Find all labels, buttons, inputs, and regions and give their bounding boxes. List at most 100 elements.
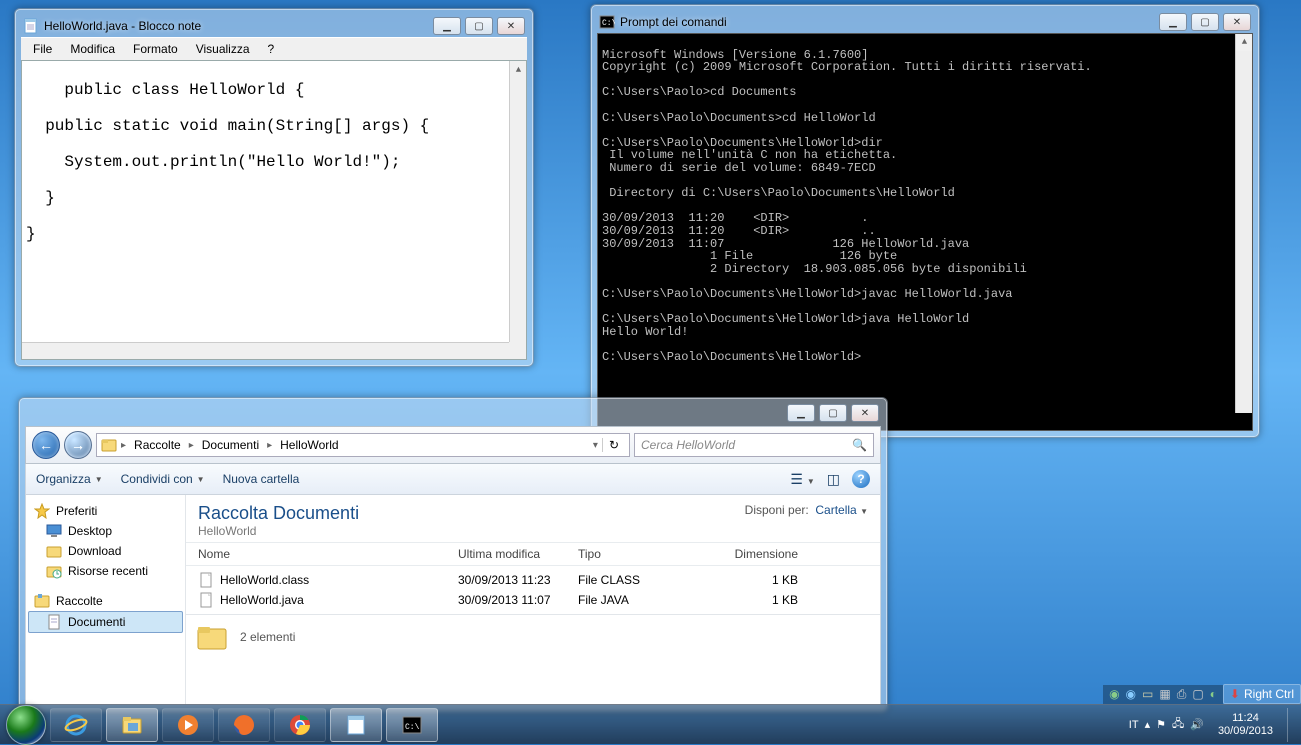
crumb-raccolte[interactable]: Raccolte: [130, 438, 185, 452]
column-headers[interactable]: Nome Ultima modifica Tipo Dimensione: [186, 542, 880, 566]
maximize-button[interactable]: ▢: [819, 404, 847, 422]
tray-expand-icon[interactable]: ▴: [1145, 718, 1151, 731]
vm-disc-icon[interactable]: ◉: [1126, 687, 1136, 701]
file-list: HelloWorld.class 30/09/2013 11:23 File C…: [186, 566, 880, 614]
tray-flag-icon[interactable]: ⚑: [1156, 718, 1166, 731]
status-text: 2 elementi: [240, 630, 295, 644]
taskbar-firefox[interactable]: [218, 708, 270, 742]
menu-help[interactable]: ?: [260, 40, 283, 58]
tray-volume-icon[interactable]: 🔊: [1190, 718, 1204, 731]
vm-display-icon[interactable]: ▢: [1192, 687, 1203, 701]
menu-edit[interactable]: Modifica: [62, 40, 123, 58]
notepad-window: HelloWorld.java - Blocco note ▁ ▢ ✕ File…: [14, 8, 534, 367]
taskbar-ie[interactable]: [50, 708, 102, 742]
cmd-terminal[interactable]: Microsoft Windows [Versione 6.1.7600] Co…: [597, 33, 1253, 431]
breadcrumb[interactable]: ▸ Raccolte ▸ Documenti ▸ HelloWorld ▾ ↻: [96, 433, 630, 457]
file-row[interactable]: HelloWorld.java 30/09/2013 11:07 File JA…: [198, 590, 868, 610]
library-subtitle: HelloWorld: [198, 524, 359, 538]
explorer-window: ▁ ▢ ✕ ← → ▸ Raccolte ▸ Documenti ▸ Hello…: [18, 397, 888, 712]
cmd-window: C:\ Prompt dei comandi ▁ ▢ ✕ Microsoft W…: [590, 4, 1260, 438]
crumb-documenti[interactable]: Documenti: [198, 438, 263, 452]
taskbar-notepad[interactable]: [330, 708, 382, 742]
notepad-icon: [344, 713, 368, 737]
wmp-icon: [176, 713, 200, 737]
organize-button[interactable]: Organizza▼: [36, 472, 103, 486]
forward-button[interactable]: →: [64, 431, 92, 459]
breadcrumb-dropdown-icon[interactable]: ▾: [591, 440, 600, 451]
keyboard-icon: ⬇: [1230, 687, 1240, 701]
search-input[interactable]: Cerca HelloWorld 🔍: [634, 433, 874, 457]
preview-pane-button[interactable]: ◫: [827, 471, 840, 488]
tray-clock[interactable]: 11:24 30/09/2013: [1210, 712, 1281, 736]
minimize-button[interactable]: ▁: [433, 17, 461, 35]
close-button[interactable]: ✕: [497, 17, 525, 35]
resize-grip[interactable]: [509, 342, 526, 359]
help-button[interactable]: ?: [852, 470, 870, 488]
minimize-button[interactable]: ▁: [1159, 13, 1187, 31]
menu-format[interactable]: Formato: [125, 40, 186, 58]
sidebar-item-desktop[interactable]: Desktop: [28, 521, 183, 541]
notepad-titlebar[interactable]: HelloWorld.java - Blocco note ▁ ▢ ✕: [21, 15, 527, 37]
taskbar-wmp[interactable]: [162, 708, 214, 742]
sidebar-item-documenti[interactable]: Documenti: [28, 611, 183, 633]
vm-status-bar: ◉ ◉ ▭ ▦ ⎙ ▢ ◐ ⬇ Right Ctrl: [1103, 684, 1301, 704]
tray-network-icon[interactable]: 🖧: [1172, 715, 1184, 734]
show-desktop-button[interactable]: [1287, 708, 1295, 742]
scrollbar-horizontal[interactable]: [22, 342, 509, 359]
col-modified[interactable]: Ultima modifica: [458, 547, 578, 561]
vm-disc-icon[interactable]: ◉: [1109, 687, 1119, 701]
tray-lang[interactable]: IT: [1129, 719, 1139, 731]
ie-icon: [64, 713, 88, 737]
firefox-icon: [232, 713, 256, 737]
close-button[interactable]: ✕: [851, 404, 879, 422]
sidebar-item-download[interactable]: Download: [28, 541, 183, 561]
cmd-title: Prompt dei comandi: [620, 15, 1159, 29]
scrollbar-vertical[interactable]: ▲: [509, 61, 526, 342]
sidebar-favorites-head[interactable]: Preferiti: [28, 501, 183, 521]
taskbar: C:\ IT ▴ ⚑ 🖧 🔊 11:24 30/09/2013: [0, 704, 1301, 744]
explorer-toolbar: Organizza▼ Condividi con▼ Nuova cartella…: [25, 464, 881, 495]
minimize-button[interactable]: ▁: [787, 404, 815, 422]
taskbar-cmd[interactable]: C:\: [386, 708, 438, 742]
back-button[interactable]: ←: [32, 431, 60, 459]
cmd-titlebar[interactable]: C:\ Prompt dei comandi ▁ ▢ ✕: [597, 11, 1253, 33]
share-button[interactable]: Condividi con▼: [121, 472, 205, 486]
download-icon: [46, 543, 62, 559]
explorer-body: Preferiti Desktop Download Risorse recen…: [25, 495, 881, 705]
vm-net-icon[interactable]: ▦: [1159, 687, 1170, 701]
maximize-button[interactable]: ▢: [465, 17, 493, 35]
refresh-button[interactable]: ↻: [602, 438, 625, 452]
maximize-button[interactable]: ▢: [1191, 13, 1219, 31]
menu-file[interactable]: File: [25, 40, 60, 58]
search-icon: 🔍: [852, 438, 867, 452]
view-options-button[interactable]: ☰ ▼: [790, 471, 814, 488]
notepad-textarea[interactable]: public class HelloWorld { public static …: [21, 60, 527, 360]
new-folder-button[interactable]: Nuova cartella: [223, 472, 300, 486]
sidebar-item-recent[interactable]: Risorse recenti: [28, 561, 183, 581]
vm-usb-icon[interactable]: ⎙: [1177, 687, 1187, 702]
vm-mouse-icon[interactable]: ◐: [1210, 687, 1217, 701]
search-placeholder: Cerca HelloWorld: [641, 438, 735, 452]
crumb-helloworld[interactable]: HelloWorld: [276, 438, 342, 452]
menu-view[interactable]: Visualizza: [188, 40, 258, 58]
col-name[interactable]: Nome: [198, 547, 458, 561]
file-row[interactable]: HelloWorld.class 30/09/2013 11:23 File C…: [198, 570, 868, 590]
cmd-icon: C:\: [599, 14, 615, 30]
notepad-icon: [23, 18, 39, 34]
svg-text:C:\: C:\: [405, 723, 420, 732]
arrange-by[interactable]: Disponi per: Cartella ▼: [745, 503, 868, 517]
col-type[interactable]: Tipo: [578, 547, 698, 561]
col-size[interactable]: Dimensione: [698, 547, 798, 561]
vm-folder-icon[interactable]: ▭: [1142, 687, 1153, 701]
taskbar-chrome[interactable]: [274, 708, 326, 742]
taskbar-explorer[interactable]: [106, 708, 158, 742]
explorer-statusbar: 2 elementi: [186, 614, 880, 659]
sidebar-libraries-head[interactable]: Raccolte: [28, 591, 183, 611]
vm-host-key[interactable]: ⬇ Right Ctrl: [1223, 684, 1301, 704]
desktop-icon: [46, 523, 62, 539]
close-button[interactable]: ✕: [1223, 13, 1251, 31]
file-icon: [198, 592, 214, 608]
explorer-titlebar[interactable]: ▁ ▢ ✕: [25, 404, 881, 426]
start-button[interactable]: [6, 705, 46, 745]
scrollbar-vertical[interactable]: ▲: [1235, 34, 1252, 413]
